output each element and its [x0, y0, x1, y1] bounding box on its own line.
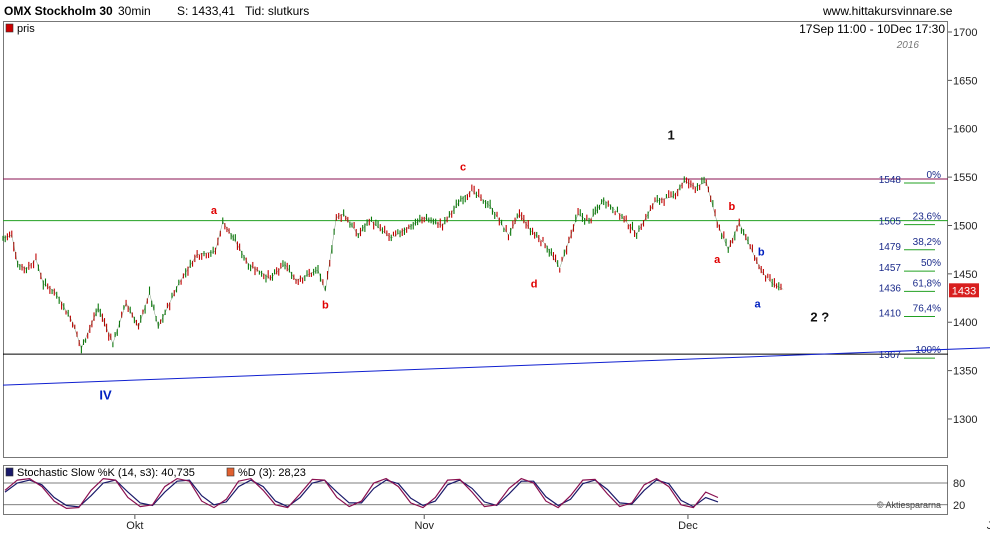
x-tick-label-1: Nov: [414, 520, 434, 532]
x-tick-label-2: Dec: [678, 520, 698, 532]
wave-label-8: b: [758, 246, 765, 258]
stoch-tick-label-0: 20: [953, 500, 965, 512]
wave-label-2: b: [322, 300, 329, 312]
wave-label-9: a: [754, 299, 761, 311]
fib-price-5: 1410: [879, 309, 902, 320]
fib-price-2: 1479: [879, 242, 902, 253]
fib-pct-0: 0%: [927, 170, 942, 181]
y-tick-label-7: 1650: [953, 75, 977, 87]
wave-label-7: a: [714, 254, 721, 266]
k-legend-label: Stochastic Slow %K (14, s3): 40,735: [17, 467, 195, 479]
fib-pct-2: 38,2%: [913, 237, 941, 248]
k-legend-swatch: [5, 467, 14, 477]
y-tick-label-4: 1500: [953, 220, 977, 232]
stoch-d-line: [4, 479, 719, 508]
wave-label-10: 2 ?: [810, 309, 829, 324]
trendline: [2, 347, 990, 386]
fib-price-4: 1436: [879, 283, 902, 294]
y-tick-label-2: 1400: [953, 317, 977, 329]
d-legend-label: %D (3): 28,23: [238, 467, 306, 479]
y-tick-label-8: 1700: [953, 27, 977, 39]
fib-pct-3: 50%: [921, 258, 941, 269]
y-tick-label-0: 1300: [953, 414, 977, 426]
x-tick-label-0: Okt: [126, 520, 143, 532]
d-legend-swatch: [226, 467, 235, 477]
stoch-tick-label-1: 80: [953, 478, 965, 490]
pris-legend-swatch: [5, 23, 14, 33]
year-label: 2016: [896, 40, 920, 51]
fib-pct-5: 76,4%: [913, 304, 941, 315]
fib-pct-4: 61,8%: [913, 278, 941, 289]
wave-label-5: 1: [667, 127, 674, 142]
fib-price-0: 1548: [879, 175, 902, 186]
fib-pct-1: 23,6%: [913, 212, 941, 223]
pris-legend-label: pris: [17, 23, 35, 35]
wave-label-6: b: [729, 201, 736, 213]
fib-price-1: 1505: [879, 217, 902, 228]
wave-label-1: a: [211, 205, 218, 217]
wave-label-4: d: [531, 278, 538, 290]
date-range-label: 17Sep 11:00 - 10Dec 17:30: [799, 22, 945, 36]
y-tick-label-1: 1350: [953, 366, 977, 378]
fib-price-3: 1457: [879, 263, 902, 274]
wave-label-0: IV: [99, 388, 112, 403]
wave-label-3: c: [460, 161, 466, 173]
watermark: © Aktiespararna: [877, 500, 941, 510]
y-tick-label-6: 1600: [953, 124, 977, 136]
y-tick-label-5: 1550: [953, 172, 977, 184]
price-chart: pris 17Sep 11:00 - 10Dec 17:30 2016 1548 0% 1…: [2, 22, 990, 532]
y-tick-label-3: 1450: [953, 269, 977, 281]
price-line: [2, 180, 784, 350]
last-price-tag: 1433: [952, 285, 976, 297]
